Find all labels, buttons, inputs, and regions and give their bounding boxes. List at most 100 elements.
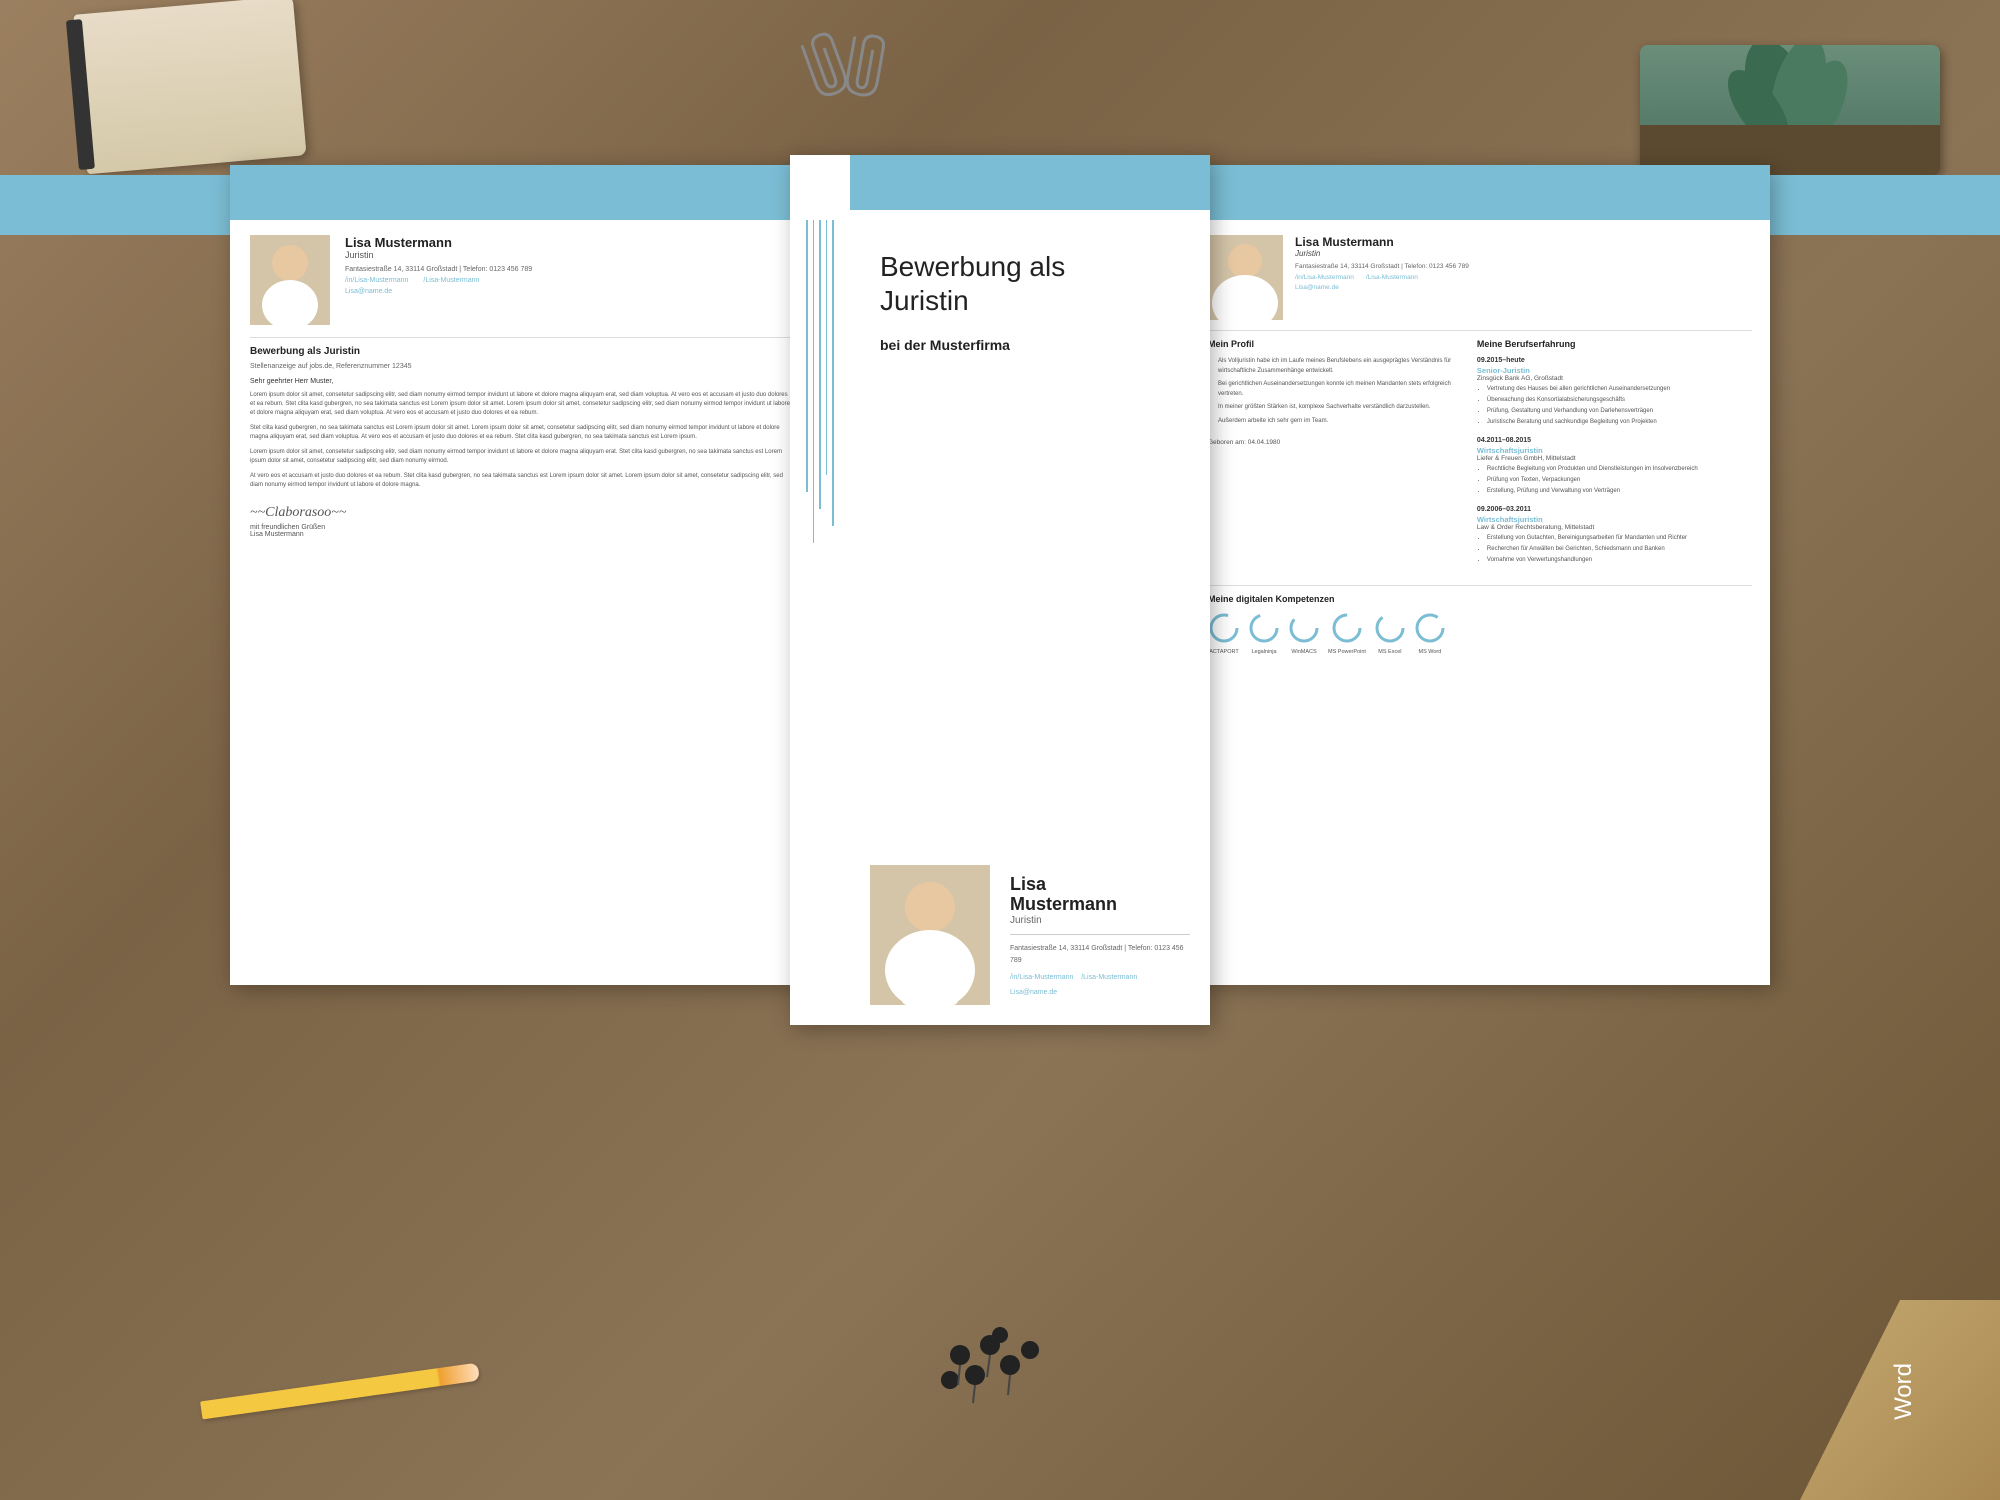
cover-letter-header: Lisa Mustermann Juristin Fantasiestraße … xyxy=(250,235,790,325)
exp-date-2: 04.2011–08.2015 xyxy=(1477,437,1752,444)
cover-letter-body-1: Lorem ipsum dolor sit amet, consetetur s… xyxy=(250,391,790,418)
exp-bullets-1: Vertretung des Hauses bei allen gerichtl… xyxy=(1477,385,1752,427)
profile-bullet-2: Bei gerichtlichen Auseinandersetzungen k… xyxy=(1218,380,1462,399)
cover-letter-name: Lisa Mustermann xyxy=(345,235,532,250)
comp-excel: MS Excel xyxy=(1374,612,1406,655)
comp-winmacs: WinMACS xyxy=(1288,612,1320,655)
exp-role-1: Senior-Juristin xyxy=(1477,366,1752,375)
cover-letter-social: /in/Lisa-Mustermann /Lisa-Mustermann xyxy=(345,277,532,284)
cover-letter-address: Fantasiestraße 14, 33114 Großstadt | Tel… xyxy=(345,266,532,273)
exp-bullets-3: Erstellung von Gutachten, Bereinigungsar… xyxy=(1477,534,1752,565)
stripe-line-4 xyxy=(826,220,828,475)
title-page-photo-section: LisaMustermann Juristin Fantasiestraße 1… xyxy=(850,845,1210,1025)
comp-legalninja-label: Legalninja xyxy=(1248,649,1280,655)
stripe-line-1 xyxy=(806,220,808,492)
comp-legalninja: Legalninja xyxy=(1248,612,1280,655)
stripe-line-3 xyxy=(819,220,821,509)
cover-letter-content: Lisa Mustermann Juristin Fantasiestraße … xyxy=(230,220,810,553)
cover-letter-name-section: Lisa Mustermann Juristin Fantasiestraße … xyxy=(345,235,532,295)
title-page-header-bar xyxy=(850,155,1210,210)
cv-birth-section: Geboren am: 04.04.1980 xyxy=(1208,439,1462,446)
cv-name: Lisa Mustermann xyxy=(1295,235,1469,249)
thumbtacks-group xyxy=(910,1315,1090,1420)
word-label: Word xyxy=(1890,1363,1960,1420)
word-text: Word xyxy=(1890,1363,1918,1420)
cover-letter-email: Lisa@name.de xyxy=(345,288,532,295)
cover-letter-body-4: At vero eos et accusam et justo duo dolo… xyxy=(250,472,790,490)
cover-letter-body-3: Lorem ipsum dolor sit amet, consetetur s… xyxy=(250,448,790,466)
cv-two-column: Mein Profil Als Volljuristin habe ich im… xyxy=(1208,339,1752,575)
comp-word-label: MS Word xyxy=(1414,649,1446,655)
title-page-content: Bewerbung als Juristin bei der Musterfir… xyxy=(850,210,1210,695)
stripe-line-5 xyxy=(832,220,834,526)
cv-photo xyxy=(1208,235,1283,320)
title-page-subtitle: bei der Musterfirma xyxy=(880,337,1180,353)
cv-email: Lisa@name.de xyxy=(1295,284,1469,291)
bottom-decoration-area xyxy=(0,1250,2000,1500)
stripe-line-2 xyxy=(813,220,815,543)
title-page-title: Bewerbung als Juristin xyxy=(880,250,1180,317)
cv-competences-divider xyxy=(1208,585,1752,586)
title-page-stripe xyxy=(790,155,850,1025)
cv-main-divider xyxy=(1208,330,1752,331)
cv-left-column: Mein Profil Als Volljuristin habe ich im… xyxy=(1208,339,1462,575)
cv-content: Lisa Mustermann Juristin Fantasiestraße … xyxy=(1190,220,1770,670)
cv-experience-1: 09.2015–heute Senior-Juristin Zinsgück B… xyxy=(1477,357,1752,427)
signature-area: ~~Claborasoo~~ mit freundlichen Grüßen L… xyxy=(250,505,790,538)
exp-role-2: Wirtschaftsjuristin xyxy=(1477,446,1752,455)
profile-bullet-3: In meiner größten Stärken ist, komplexe … xyxy=(1218,403,1462,413)
cv-name-block: Lisa Mustermann Juristin Fantasiestraße … xyxy=(1295,235,1469,291)
cover-letter-header-bar xyxy=(230,165,810,220)
cv-header: Lisa Mustermann Juristin Fantasiestraße … xyxy=(1208,235,1752,320)
title-page-name-section: LisaMustermann Juristin Fantasiestraße 1… xyxy=(1010,865,1190,1000)
exp-date-1: 09.2015–heute xyxy=(1477,357,1752,364)
signature-company: mit freundlichen Grüßen xyxy=(250,524,790,531)
cover-letter-heading: Bewerbung als Juristin xyxy=(250,346,790,357)
comp-word: MS Word xyxy=(1414,612,1446,655)
cv-header-bar xyxy=(1190,165,1770,220)
title-page-role: Juristin xyxy=(1010,915,1190,926)
exp-date-3: 09.2006–03.2011 xyxy=(1477,506,1752,513)
notebook-decoration xyxy=(73,0,306,174)
cover-letter-divider xyxy=(250,337,790,338)
cv-experience-2: 04.2011–08.2015 Wirtschaftsjuristin Lief… xyxy=(1477,437,1752,496)
comp-excel-label: MS Excel xyxy=(1374,649,1406,655)
paperclips-decoration xyxy=(780,30,900,115)
title-page-name: LisaMustermann xyxy=(1010,875,1190,915)
title-page-inner: Bewerbung als Juristin bei der Musterfir… xyxy=(790,155,1210,1025)
cv-profile-title: Mein Profil xyxy=(1208,339,1462,349)
exp-company-2: Liefer & Freuen GmbH, Mittelstadt xyxy=(1477,455,1752,462)
profile-bullet-4: Außerdem arbeite ich sehr gern im Team. xyxy=(1218,417,1462,427)
stripe-lines xyxy=(806,210,834,560)
signature-text: ~~Claborasoo~~ xyxy=(250,505,790,521)
comp-powerpoint: MS PowerPoint xyxy=(1328,612,1366,655)
cover-letter-salutation: Sehr geehrter Herr Muster, xyxy=(250,378,790,385)
cv-profile-bullets: Als Volljuristin habe ich im Laufe meine… xyxy=(1208,357,1462,427)
cv-social: /in/Lisa-Mustermann /Lisa-Mustermann xyxy=(1295,274,1469,281)
title-page-document: Bewerbung als Juristin bei der Musterfir… xyxy=(790,155,1210,1025)
cv-title: Juristin xyxy=(1295,249,1469,258)
cover-letter-document: Lisa Mustermann Juristin Fantasiestraße … xyxy=(230,165,810,985)
title-page-name-divider xyxy=(1010,934,1190,935)
cv-birth: Geboren am: 04.04.1980 xyxy=(1208,439,1462,446)
exp-company-1: Zinsgück Bank AG, Großstadt xyxy=(1477,375,1752,382)
title-page-contact: Fantasiestraße 14, 33114 Großstadt | Tel… xyxy=(1010,943,1190,1000)
cover-letter-body-2: Stet clita kasd gubergren, no sea takima… xyxy=(250,424,790,442)
exp-company-3: Law & Order Rechtsberatung, Mittelstadt xyxy=(1477,524,1752,531)
exp-bullets-2: Rechtliche Begleitung von Produkten und … xyxy=(1477,465,1752,496)
comp-powerpoint-label: MS PowerPoint xyxy=(1328,649,1366,655)
cv-digital-section: Meine digitalen Kompetenzen ACTAPORT Leg… xyxy=(1208,585,1752,655)
cv-document: Lisa Mustermann Juristin Fantasiestraße … xyxy=(1190,165,1770,985)
exp-role-3: Wirtschaftsjuristin xyxy=(1477,515,1752,524)
cv-right-column: Meine Berufserfahrung 09.2015–heute Seni… xyxy=(1477,339,1752,575)
cv-experience-title: Meine Berufserfahrung xyxy=(1477,339,1752,349)
top-decoration-area xyxy=(0,0,2000,175)
cv-address: Fantasiestraße 14, 33114 Großstadt | Tel… xyxy=(1295,263,1469,270)
cv-experience-3: 09.2006–03.2011 Wirtschaftsjuristin Law … xyxy=(1477,506,1752,565)
signature-person: Lisa Mustermann xyxy=(250,531,790,538)
cv-competences-title: Meine digitalen Kompetenzen xyxy=(1208,594,1752,604)
cover-letter-title-role: Juristin xyxy=(345,250,532,260)
title-page-photo xyxy=(870,865,990,1005)
cv-competence-circles: ACTAPORT Legalninja WinMACS xyxy=(1208,612,1752,655)
comp-winmacs-label: WinMACS xyxy=(1288,649,1320,655)
